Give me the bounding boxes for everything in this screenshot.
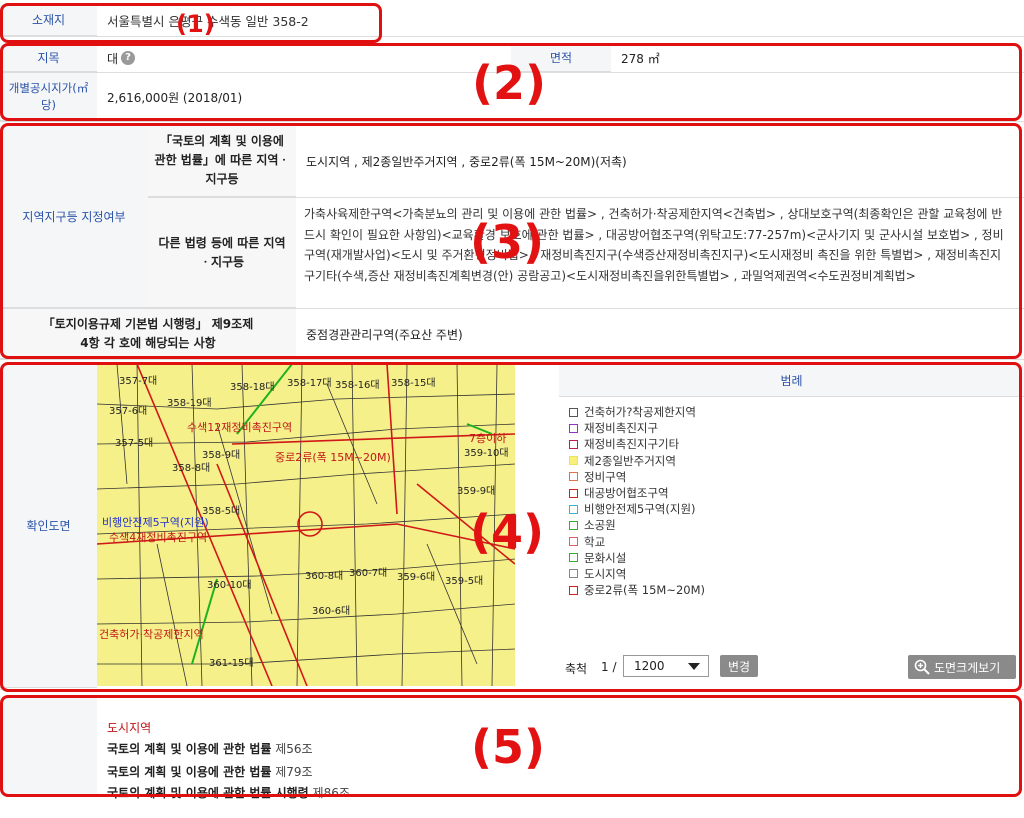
callout-number-2: (2) xyxy=(472,56,547,110)
callout-number-1: (1) xyxy=(176,10,215,38)
callout-number-3: (3) xyxy=(470,215,545,269)
divider xyxy=(0,359,1024,360)
callout-number-5: (5) xyxy=(471,720,546,774)
divider xyxy=(0,121,1024,122)
callout-number-4: (4) xyxy=(470,505,545,559)
